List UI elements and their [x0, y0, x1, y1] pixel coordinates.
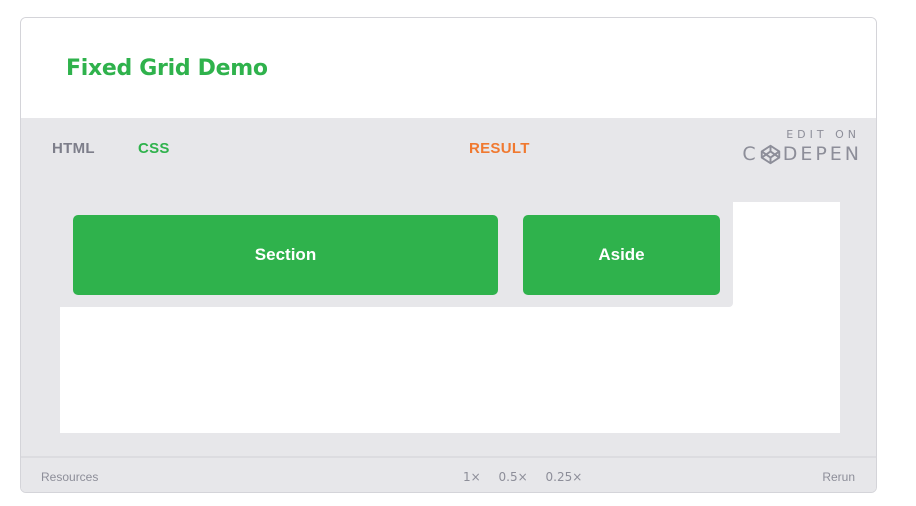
- codepen-embed-card: Fixed Grid Demo HTML CSS RESULT EDIT ON …: [20, 17, 877, 493]
- zoom-controls: 1× 0.5× 0.25×: [463, 470, 596, 484]
- embed-panel: HTML CSS RESULT EDIT ON C DEPEN Section …: [21, 118, 876, 492]
- grid-section: Section: [73, 215, 498, 295]
- result-frame: Section Aside: [60, 202, 840, 433]
- edit-on-label: EDIT ON: [786, 128, 860, 141]
- rerun-button[interactable]: Rerun: [822, 470, 855, 484]
- footer-bar: Resources 1× 0.5× 0.25× Rerun: [21, 456, 876, 492]
- grid-aside: Aside: [523, 215, 720, 295]
- zoom-1x-button[interactable]: 1×: [463, 470, 481, 484]
- page-title: Fixed Grid Demo: [66, 56, 268, 81]
- codepen-cube-icon: [760, 144, 781, 165]
- edit-on-codepen-link[interactable]: EDIT ON C DEPEN: [738, 128, 862, 168]
- tab-css[interactable]: CSS: [138, 140, 170, 157]
- codepen-logo: C DEPEN: [742, 143, 862, 165]
- codepen-logo-left: C: [742, 143, 759, 165]
- tab-result[interactable]: RESULT: [469, 140, 530, 157]
- resources-button[interactable]: Resources: [41, 470, 98, 484]
- grid-container: Section Aside: [60, 202, 733, 307]
- codepen-logo-right: DEPEN: [782, 143, 862, 165]
- tab-html[interactable]: HTML: [52, 140, 95, 157]
- zoom-025x-button[interactable]: 0.25×: [546, 470, 583, 484]
- title-area: Fixed Grid Demo: [21, 18, 876, 118]
- tab-bar: HTML CSS RESULT EDIT ON C DEPEN: [21, 118, 876, 178]
- zoom-05x-button[interactable]: 0.5×: [499, 470, 528, 484]
